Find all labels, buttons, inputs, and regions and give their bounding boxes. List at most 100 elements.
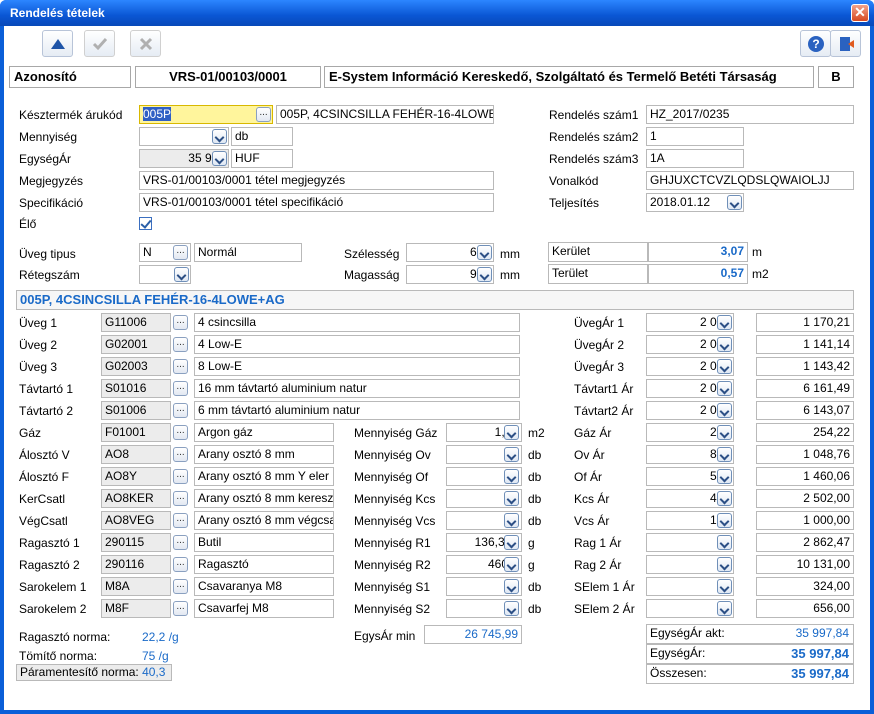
component-lookup-button[interactable]: ...	[173, 381, 188, 396]
price-label: ÜvegÁr 3	[574, 360, 625, 374]
component-lookup-button[interactable]: ...	[173, 359, 188, 374]
price-dropdown[interactable]	[717, 579, 732, 594]
arrow-up-icon	[50, 38, 65, 49]
price-dropdown[interactable]	[717, 513, 732, 528]
price-total-field: 1 460,06	[756, 467, 854, 486]
component-qty-unit: db	[528, 470, 542, 484]
live-checkbox[interactable]	[139, 217, 152, 230]
sealant-norm-value: 75 /g	[142, 649, 169, 663]
component-code-input[interactable]: 290115	[101, 533, 171, 552]
desiccant-norm-row: Páramentesítő norma: 40,3	[16, 664, 172, 681]
component-code-input[interactable]: AO8Y	[101, 467, 171, 486]
component-code-input[interactable]: M8A	[101, 577, 171, 596]
completion-label: Teljesítés	[549, 196, 600, 210]
width-unit: mm	[500, 247, 520, 261]
product-code-lookup[interactable]: ...	[256, 107, 271, 122]
component-qty-unit: db	[528, 448, 542, 462]
order-no3-input[interactable]: 1A	[646, 149, 744, 168]
title-bar: Rendelés tételek ✕	[0, 0, 874, 26]
price-label: Kcs Ár	[574, 492, 610, 506]
price-dropdown[interactable]	[717, 557, 732, 572]
component-qty-dropdown[interactable]	[504, 535, 519, 550]
component-lookup-button[interactable]: ...	[173, 425, 188, 440]
component-code-input[interactable]: S01006	[101, 401, 171, 420]
quantity-label: Mennyiség	[19, 130, 78, 144]
component-code-input[interactable]: F01001	[101, 423, 171, 442]
component-label: Gáz	[19, 426, 42, 440]
component-code-input[interactable]: G11006	[101, 313, 171, 332]
close-button[interactable]: ✕	[851, 4, 869, 22]
completion-date-dropdown[interactable]	[727, 195, 742, 210]
component-qty-dropdown[interactable]	[504, 425, 519, 440]
price-dropdown[interactable]	[717, 359, 732, 374]
price-dropdown[interactable]	[717, 601, 732, 616]
price-dropdown[interactable]	[717, 315, 732, 330]
note-label: Megjegyzés	[19, 174, 84, 188]
price-dropdown[interactable]	[717, 469, 732, 484]
component-qty-dropdown[interactable]	[504, 491, 519, 506]
layers-dropdown[interactable]	[174, 267, 189, 282]
specification-input[interactable]: VRS-01/00103/0001 tétel specifikáció	[139, 193, 494, 212]
height-dropdown[interactable]	[477, 267, 492, 282]
component-lookup-button[interactable]: ...	[173, 315, 188, 330]
order-no2-input[interactable]: 1	[646, 127, 744, 146]
component-qty-unit: g	[528, 536, 535, 550]
price-dropdown[interactable]	[717, 403, 732, 418]
price-total-field: 1 143,42	[756, 357, 854, 376]
component-lookup-button[interactable]: ...	[173, 601, 188, 616]
note-input[interactable]: VRS-01/00103/0001 tétel megjegyzés	[139, 171, 494, 190]
component-code-input[interactable]: M8F	[101, 599, 171, 618]
price-dropdown[interactable]	[717, 447, 732, 462]
component-code-input[interactable]: AO8VEG	[101, 511, 171, 530]
adhesive-norm-label: Ragasztó norma:	[19, 630, 111, 644]
component-qty-dropdown[interactable]	[504, 513, 519, 528]
checkmark-icon	[92, 37, 107, 50]
order-no3-label: Rendelés szám3	[549, 152, 639, 166]
order-no1-input[interactable]: HZ_2017/0235	[646, 105, 854, 124]
component-qty-dropdown[interactable]	[504, 601, 519, 616]
component-code-input[interactable]: G02001	[101, 335, 171, 354]
quantity-dropdown[interactable]	[212, 129, 227, 144]
component-code-input[interactable]: G02003	[101, 357, 171, 376]
glass-type-lookup[interactable]: ...	[173, 245, 188, 260]
component-qty-label: Mennyiség Gáz	[354, 426, 438, 440]
confirm-button[interactable]	[84, 30, 115, 57]
component-lookup-button[interactable]: ...	[173, 403, 188, 418]
product-name-field: 005P, 4CSINCSILLA FEHÉR-16-4LOWE+	[276, 105, 494, 124]
component-qty-dropdown[interactable]	[504, 447, 519, 462]
component-lookup-button[interactable]: ...	[173, 491, 188, 506]
width-dropdown[interactable]	[477, 245, 492, 260]
live-label: Élő	[19, 217, 37, 231]
price-dropdown[interactable]	[717, 381, 732, 396]
component-code-input[interactable]: 290116	[101, 555, 171, 574]
component-lookup-button[interactable]: ...	[173, 469, 188, 484]
product-code-input[interactable]: 005P	[139, 105, 273, 124]
price-label: Ov Ár	[574, 448, 605, 462]
component-qty-dropdown[interactable]	[504, 469, 519, 484]
svg-text:?: ?	[812, 37, 819, 51]
price-dropdown[interactable]	[717, 491, 732, 506]
up-button[interactable]	[42, 30, 73, 57]
cancel-button[interactable]	[130, 30, 161, 57]
desiccant-norm-label: Páramentesítő norma:	[20, 665, 139, 679]
component-lookup-button[interactable]: ...	[173, 579, 188, 594]
price-dropdown[interactable]	[717, 535, 732, 550]
component-lookup-button[interactable]: ...	[173, 337, 188, 352]
barcode-input[interactable]: GHJUXCTCVZLQDSLQWAIOLJJ	[646, 171, 854, 190]
component-lookup-button[interactable]: ...	[173, 513, 188, 528]
component-qty-dropdown[interactable]	[504, 579, 519, 594]
unit-price-dropdown[interactable]	[212, 151, 227, 166]
component-lookup-button[interactable]: ...	[173, 557, 188, 572]
component-code-input[interactable]: AO8KER	[101, 489, 171, 508]
component-name-field: Arany osztó 8 mm	[194, 445, 334, 464]
component-lookup-button[interactable]: ...	[173, 535, 188, 550]
help-button[interactable]: ?	[800, 30, 831, 57]
component-code-input[interactable]: S01016	[101, 379, 171, 398]
component-code-input[interactable]: AO8	[101, 445, 171, 464]
price-dropdown[interactable]	[717, 337, 732, 352]
component-qty-dropdown[interactable]	[504, 557, 519, 572]
price-dropdown[interactable]	[717, 425, 732, 440]
exit-button[interactable]	[830, 30, 861, 57]
component-lookup-button[interactable]: ...	[173, 447, 188, 462]
component-name-field: Butil	[194, 533, 334, 552]
